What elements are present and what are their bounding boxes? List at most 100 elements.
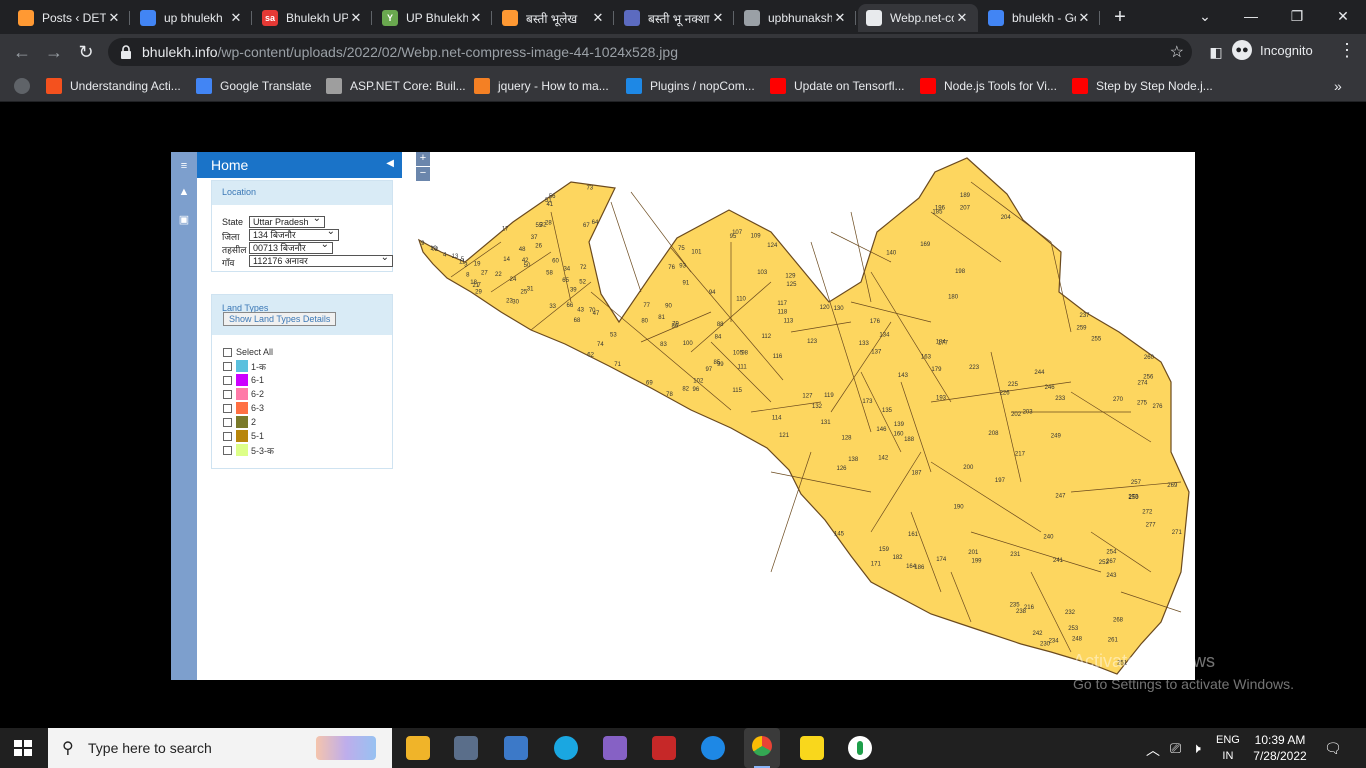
plot-number-label[interactable]: 33 (549, 304, 556, 310)
plot-number-label[interactable]: 129 (785, 273, 796, 279)
plot-number-label[interactable]: 142 (878, 456, 889, 462)
plot-number-label[interactable]: 111 (738, 365, 748, 371)
plot-number-label[interactable]: 65 (562, 278, 569, 284)
plot-number-label[interactable]: 190 (954, 504, 965, 510)
tab-close-icon[interactable]: ✕ (106, 10, 122, 26)
sticky-notes-icon[interactable] (800, 736, 824, 760)
more-menu-icon[interactable]: ⋮ (1338, 40, 1356, 61)
plot-number-label[interactable]: 112 (762, 334, 772, 340)
plot-number-label[interactable]: 268 (1113, 618, 1124, 624)
land-type-checkbox[interactable] (223, 431, 232, 441)
plot-number-label[interactable]: 161 (908, 532, 919, 538)
plot-number-label[interactable]: 82 (682, 386, 689, 392)
plot-number-label[interactable]: 179 (931, 367, 942, 373)
plot-number-label[interactable]: 94 (709, 290, 716, 296)
plot-number-label[interactable]: 233 (1055, 396, 1066, 402)
network-icon[interactable]: ⎚ (1170, 740, 1181, 757)
plot-number-label[interactable]: 182 (892, 555, 903, 561)
plot-number-label[interactable]: 169 (920, 242, 931, 248)
land-type-row[interactable]: 5-3-क (223, 444, 274, 456)
plot-number-label[interactable]: 174 (936, 557, 947, 563)
plot-number-label[interactable]: 180 (948, 295, 959, 301)
tab-close-icon[interactable]: ✕ (348, 10, 364, 26)
bookmark-7[interactable]: Node.js Tools for Vi... (920, 76, 1057, 96)
plot-number-label[interactable]: 34 (563, 267, 570, 273)
plot-number-label[interactable]: 130 (834, 306, 845, 312)
land-type-row[interactable]: 6-2 (223, 388, 264, 400)
plot-number-label[interactable]: 81 (658, 315, 665, 321)
plot-number-label[interactable]: 272 (1142, 510, 1153, 516)
plot-number-label[interactable]: 60 (552, 259, 559, 265)
plot-number-label[interactable]: 19 (474, 262, 481, 268)
new-tab-button[interactable]: + (1108, 6, 1132, 30)
tab-close-icon[interactable]: ✕ (228, 10, 244, 26)
plot-number-label[interactable]: 198 (955, 269, 966, 275)
zoom-out-button[interactable]: − (416, 167, 430, 181)
address-bar[interactable]: bhulekh.info/wp-content/uploads/2022/02/… (108, 38, 1192, 66)
plot-number-label[interactable]: 249 (1051, 434, 1062, 440)
plot-number-label[interactable]: 199 (971, 559, 982, 565)
minimize-button[interactable]: — (1228, 4, 1274, 28)
plot-number-label[interactable]: 99 (717, 362, 724, 368)
plot-number-label[interactable]: 235 (1010, 602, 1021, 608)
plot-number-label[interactable]: 114 (772, 415, 782, 421)
plot-number-label[interactable]: 217 (1015, 451, 1026, 457)
show-land-types-button[interactable]: Show Land Types Details (223, 312, 337, 326)
bookmark-3[interactable]: ASP.NET Core: Buil... (326, 76, 466, 96)
filezilla-icon[interactable] (652, 736, 676, 760)
plot-number-label[interactable]: 225 (1008, 382, 1019, 388)
plot-number-label[interactable]: 115 (732, 388, 742, 394)
plot-number-label[interactable]: 50 (524, 263, 531, 269)
plot-number-label[interactable]: 146 (876, 427, 887, 433)
plot-number-label[interactable]: 145 (834, 531, 845, 537)
plot-number-label[interactable]: 88 (717, 322, 724, 328)
plot-number-label[interactable]: 241 (1053, 558, 1064, 564)
plot-number-label[interactable]: 203 (1023, 409, 1034, 415)
plot-number-label[interactable]: 269 (1167, 483, 1178, 489)
plot-number-label[interactable]: 126 (836, 466, 847, 472)
plot-number-label[interactable]: 200 (963, 465, 974, 471)
plot-number-label[interactable]: 255 (1091, 337, 1102, 343)
plot-number-label[interactable]: 73 (586, 186, 593, 192)
plot-number-label[interactable]: 133 (859, 341, 870, 347)
plot-number-label[interactable]: 116 (773, 354, 783, 360)
plot-number-label[interactable]: 67 (583, 223, 590, 229)
skype-icon[interactable] (701, 736, 725, 760)
plot-number-label[interactable]: 197 (995, 478, 1006, 484)
tab-close-icon[interactable]: ✕ (832, 10, 848, 26)
close-window-button[interactable]: ✕ (1320, 4, 1366, 28)
plot-number-label[interactable]: 110 (736, 296, 746, 302)
plot-number-label[interactable]: 75 (678, 246, 685, 252)
plot-number-label[interactable]: 14 (503, 257, 510, 263)
incognito-indicator[interactable]: ●● Incognito (1232, 40, 1313, 60)
plot-number-label[interactable]: 96 (693, 387, 700, 393)
plot-number-label[interactable]: 232 (1065, 610, 1076, 616)
clock[interactable]: 10:39 AM 7/28/2022 (1244, 732, 1316, 764)
green-app-icon[interactable] (848, 736, 872, 760)
plot-number-label[interactable]: 24 (510, 277, 517, 283)
plot-number-label[interactable]: 140 (886, 251, 897, 257)
plot-number-label[interactable]: 223 (969, 365, 980, 371)
bell-icon[interactable]: ▲ (178, 186, 190, 198)
plot-number-label[interactable]: 119 (824, 393, 834, 399)
plot-number-label[interactable]: 134 (879, 332, 890, 338)
plot-number-label[interactable]: 71 (614, 362, 621, 368)
plot-number-label[interactable]: 120 (820, 305, 831, 311)
tab-close-icon[interactable]: ✕ (1076, 10, 1092, 26)
land-type-checkbox[interactable] (223, 445, 232, 455)
plot-number-label[interactable]: 93 (679, 264, 686, 270)
plot-number-label[interactable]: 189 (960, 193, 971, 199)
plot-number-label[interactable]: 271 (1172, 530, 1183, 536)
volume-muted-icon[interactable]: 🕨 (1192, 740, 1201, 757)
field-select-3[interactable]: 00713 बिजनौर (249, 240, 333, 254)
plot-number-label[interactable]: 267 (1106, 559, 1117, 565)
plot-number-label[interactable]: 123 (807, 339, 818, 345)
tab-3[interactable]: sa Bhulekh UP ✕ (254, 4, 372, 32)
plot-number-label[interactable]: 30 (512, 299, 519, 305)
plot-number-label[interactable]: 113 (784, 319, 794, 325)
image-icon[interactable]: ▣ (178, 214, 190, 226)
plot-number-label[interactable]: 105 (733, 351, 744, 357)
plot-number-label[interactable]: 159 (879, 547, 890, 553)
plot-number-label[interactable]: 69 (646, 380, 653, 386)
plot-number-label[interactable]: 29 (475, 290, 482, 296)
